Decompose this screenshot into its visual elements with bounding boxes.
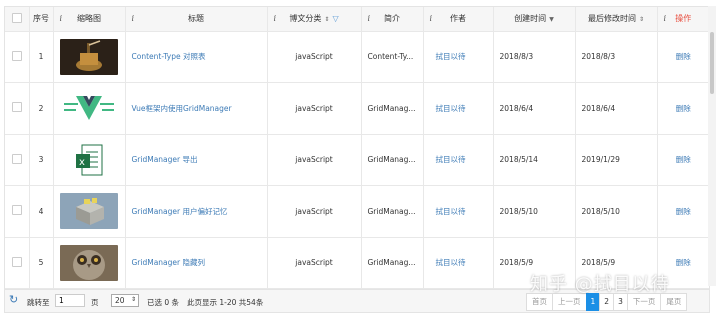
col-info-header: i 简介	[361, 7, 424, 32]
row-type: javaScript	[267, 185, 362, 238]
col-type-header: i 博文分类 ⇕ ▽	[267, 7, 362, 32]
sort-icon[interactable]: ⇕	[324, 17, 329, 23]
row-author-link[interactable]: 拭目以待	[423, 185, 494, 238]
row-modified: 2018/6/4	[575, 82, 658, 135]
row-author-link[interactable]: 拭目以待	[423, 134, 494, 186]
row-title-link[interactable]: Content-Type 对照表	[125, 31, 268, 83]
row-index: 4	[29, 185, 54, 238]
goto-label: 跳转至	[27, 298, 50, 307]
delete-link[interactable]: 删除	[657, 31, 709, 83]
svg-text:x: x	[79, 157, 85, 168]
row-type: javaScript	[267, 31, 362, 83]
row-thumb	[53, 185, 126, 238]
table-row[interactable]: 4 GridManager 用户偏好记忆 javaScript GridMana…	[5, 185, 709, 238]
checked-count: 已选 0 条	[147, 298, 180, 307]
row-index: 3	[29, 134, 54, 186]
row-title-link[interactable]: Vue框架内使用GridManager	[125, 82, 268, 135]
table-row[interactable]: 2 Vue框架内使用GridManager javaScript GridMan…	[5, 82, 709, 135]
goto-page-input[interactable]	[55, 294, 85, 307]
page-unit-label: 页	[91, 298, 99, 307]
row-modified: 2018/5/10	[575, 185, 658, 238]
info-icon[interactable]: i	[132, 14, 135, 23]
row-created: 2018/5/14	[493, 134, 576, 186]
excel-icon-thumbnail: x	[60, 141, 118, 178]
filter-icon[interactable]: ▽	[332, 14, 338, 23]
row-info: GridManag...	[361, 82, 424, 135]
coffee-grinder-thumbnail	[60, 38, 118, 75]
row-author-link[interactable]: 拭目以待	[423, 31, 494, 83]
watermark: 知乎 @拭目以待	[530, 274, 670, 295]
info-icon[interactable]: i	[664, 14, 667, 23]
row-select[interactable]	[5, 134, 30, 186]
col-index-header: 序号	[29, 7, 54, 32]
delete-link[interactable]: 删除	[657, 185, 709, 238]
row-type: javaScript	[267, 237, 362, 289]
box-illustration-thumbnail	[60, 193, 118, 230]
row-index: 1	[29, 31, 54, 83]
row-title-link[interactable]: GridManager 用户偏好记忆	[125, 185, 268, 238]
select-arrows-icon: ⇕	[130, 296, 136, 303]
header-row: 序号 i 缩略图 i 标题 i 博文分类 ⇕ ▽ i 简介 i 作者 创建时间 ▼ 最后修改时间…	[5, 7, 709, 32]
row-select[interactable]	[5, 31, 30, 83]
row-select[interactable]	[5, 185, 30, 238]
page-range-info: 此页显示 1-20 共54条	[187, 298, 264, 307]
row-title-link[interactable]: GridManager 导出	[125, 134, 268, 186]
row-type: javaScript	[267, 82, 362, 135]
row-select[interactable]	[5, 82, 30, 135]
info-icon[interactable]: i	[368, 14, 371, 23]
info-icon[interactable]: i	[430, 14, 433, 23]
row-info: Content-Ty...	[361, 31, 424, 83]
row-modified: 2019/1/29	[575, 134, 658, 186]
row-checkbox[interactable]	[11, 256, 22, 267]
row-created: 2018/5/10	[493, 185, 576, 238]
row-thumb	[53, 237, 126, 289]
row-info: GridManag...	[361, 134, 424, 186]
scrollbar-thumb[interactable]	[710, 32, 714, 94]
row-thumb	[53, 82, 126, 135]
col-created-header: 创建时间 ▼	[493, 7, 576, 32]
info-icon[interactable]: i	[274, 14, 277, 23]
row-created: 2018/6/4	[493, 82, 576, 135]
row-thumb	[53, 31, 126, 83]
row-author-link[interactable]: 拭目以待	[423, 237, 494, 289]
vue-logo-thumbnail	[60, 90, 118, 127]
col-author-header: i 作者	[423, 7, 494, 32]
row-modified: 2018/8/3	[575, 31, 658, 83]
delete-link[interactable]: 删除	[657, 82, 709, 135]
col-modified-header: 最后修改时间 ⇕	[575, 7, 658, 32]
row-info: GridManag...	[361, 237, 424, 289]
sort-icon[interactable]: ⇕	[639, 17, 644, 23]
owl-photo-thumbnail	[60, 244, 118, 281]
row-select[interactable]	[5, 237, 30, 289]
info-icon[interactable]: i	[60, 14, 63, 23]
row-index: 2	[29, 82, 54, 135]
grid-table: 序号 i 缩略图 i 标题 i 博文分类 ⇕ ▽ i 简介 i 作者 创建时间 ▼ 最后修改时间…	[4, 6, 710, 289]
select-all-header[interactable]	[5, 7, 30, 32]
delete-link[interactable]: 删除	[657, 134, 709, 186]
col-thumb-header: i 缩略图	[53, 7, 126, 32]
table-row[interactable]: 3 x GridManager 导出 javaScript GridManag.…	[5, 134, 709, 186]
row-type: javaScript	[267, 134, 362, 186]
row-checkbox[interactable]	[11, 50, 22, 61]
row-created: 2018/8/3	[493, 31, 576, 83]
row-checkbox[interactable]	[11, 102, 22, 113]
row-info: GridManag...	[361, 185, 424, 238]
sort-down-icon[interactable]: ▼	[549, 17, 554, 23]
col-title-header: i 标题	[125, 7, 268, 32]
page-size-select[interactable]: 20 ⇕	[111, 294, 139, 307]
row-author-link[interactable]: 拭目以待	[423, 82, 494, 135]
row-checkbox[interactable]	[11, 205, 22, 216]
table-row[interactable]: 1 Content-Type 对照表 javaScript Content-Ty…	[5, 31, 709, 83]
refresh-icon[interactable]: ↻	[9, 293, 18, 306]
col-action-header: i 操作	[657, 7, 709, 32]
select-all-checkbox[interactable]	[11, 12, 22, 23]
row-index: 5	[29, 237, 54, 289]
row-checkbox[interactable]	[11, 153, 22, 164]
row-title-link[interactable]: GridManager 隐藏列	[125, 237, 268, 289]
row-thumb: x	[53, 134, 126, 186]
